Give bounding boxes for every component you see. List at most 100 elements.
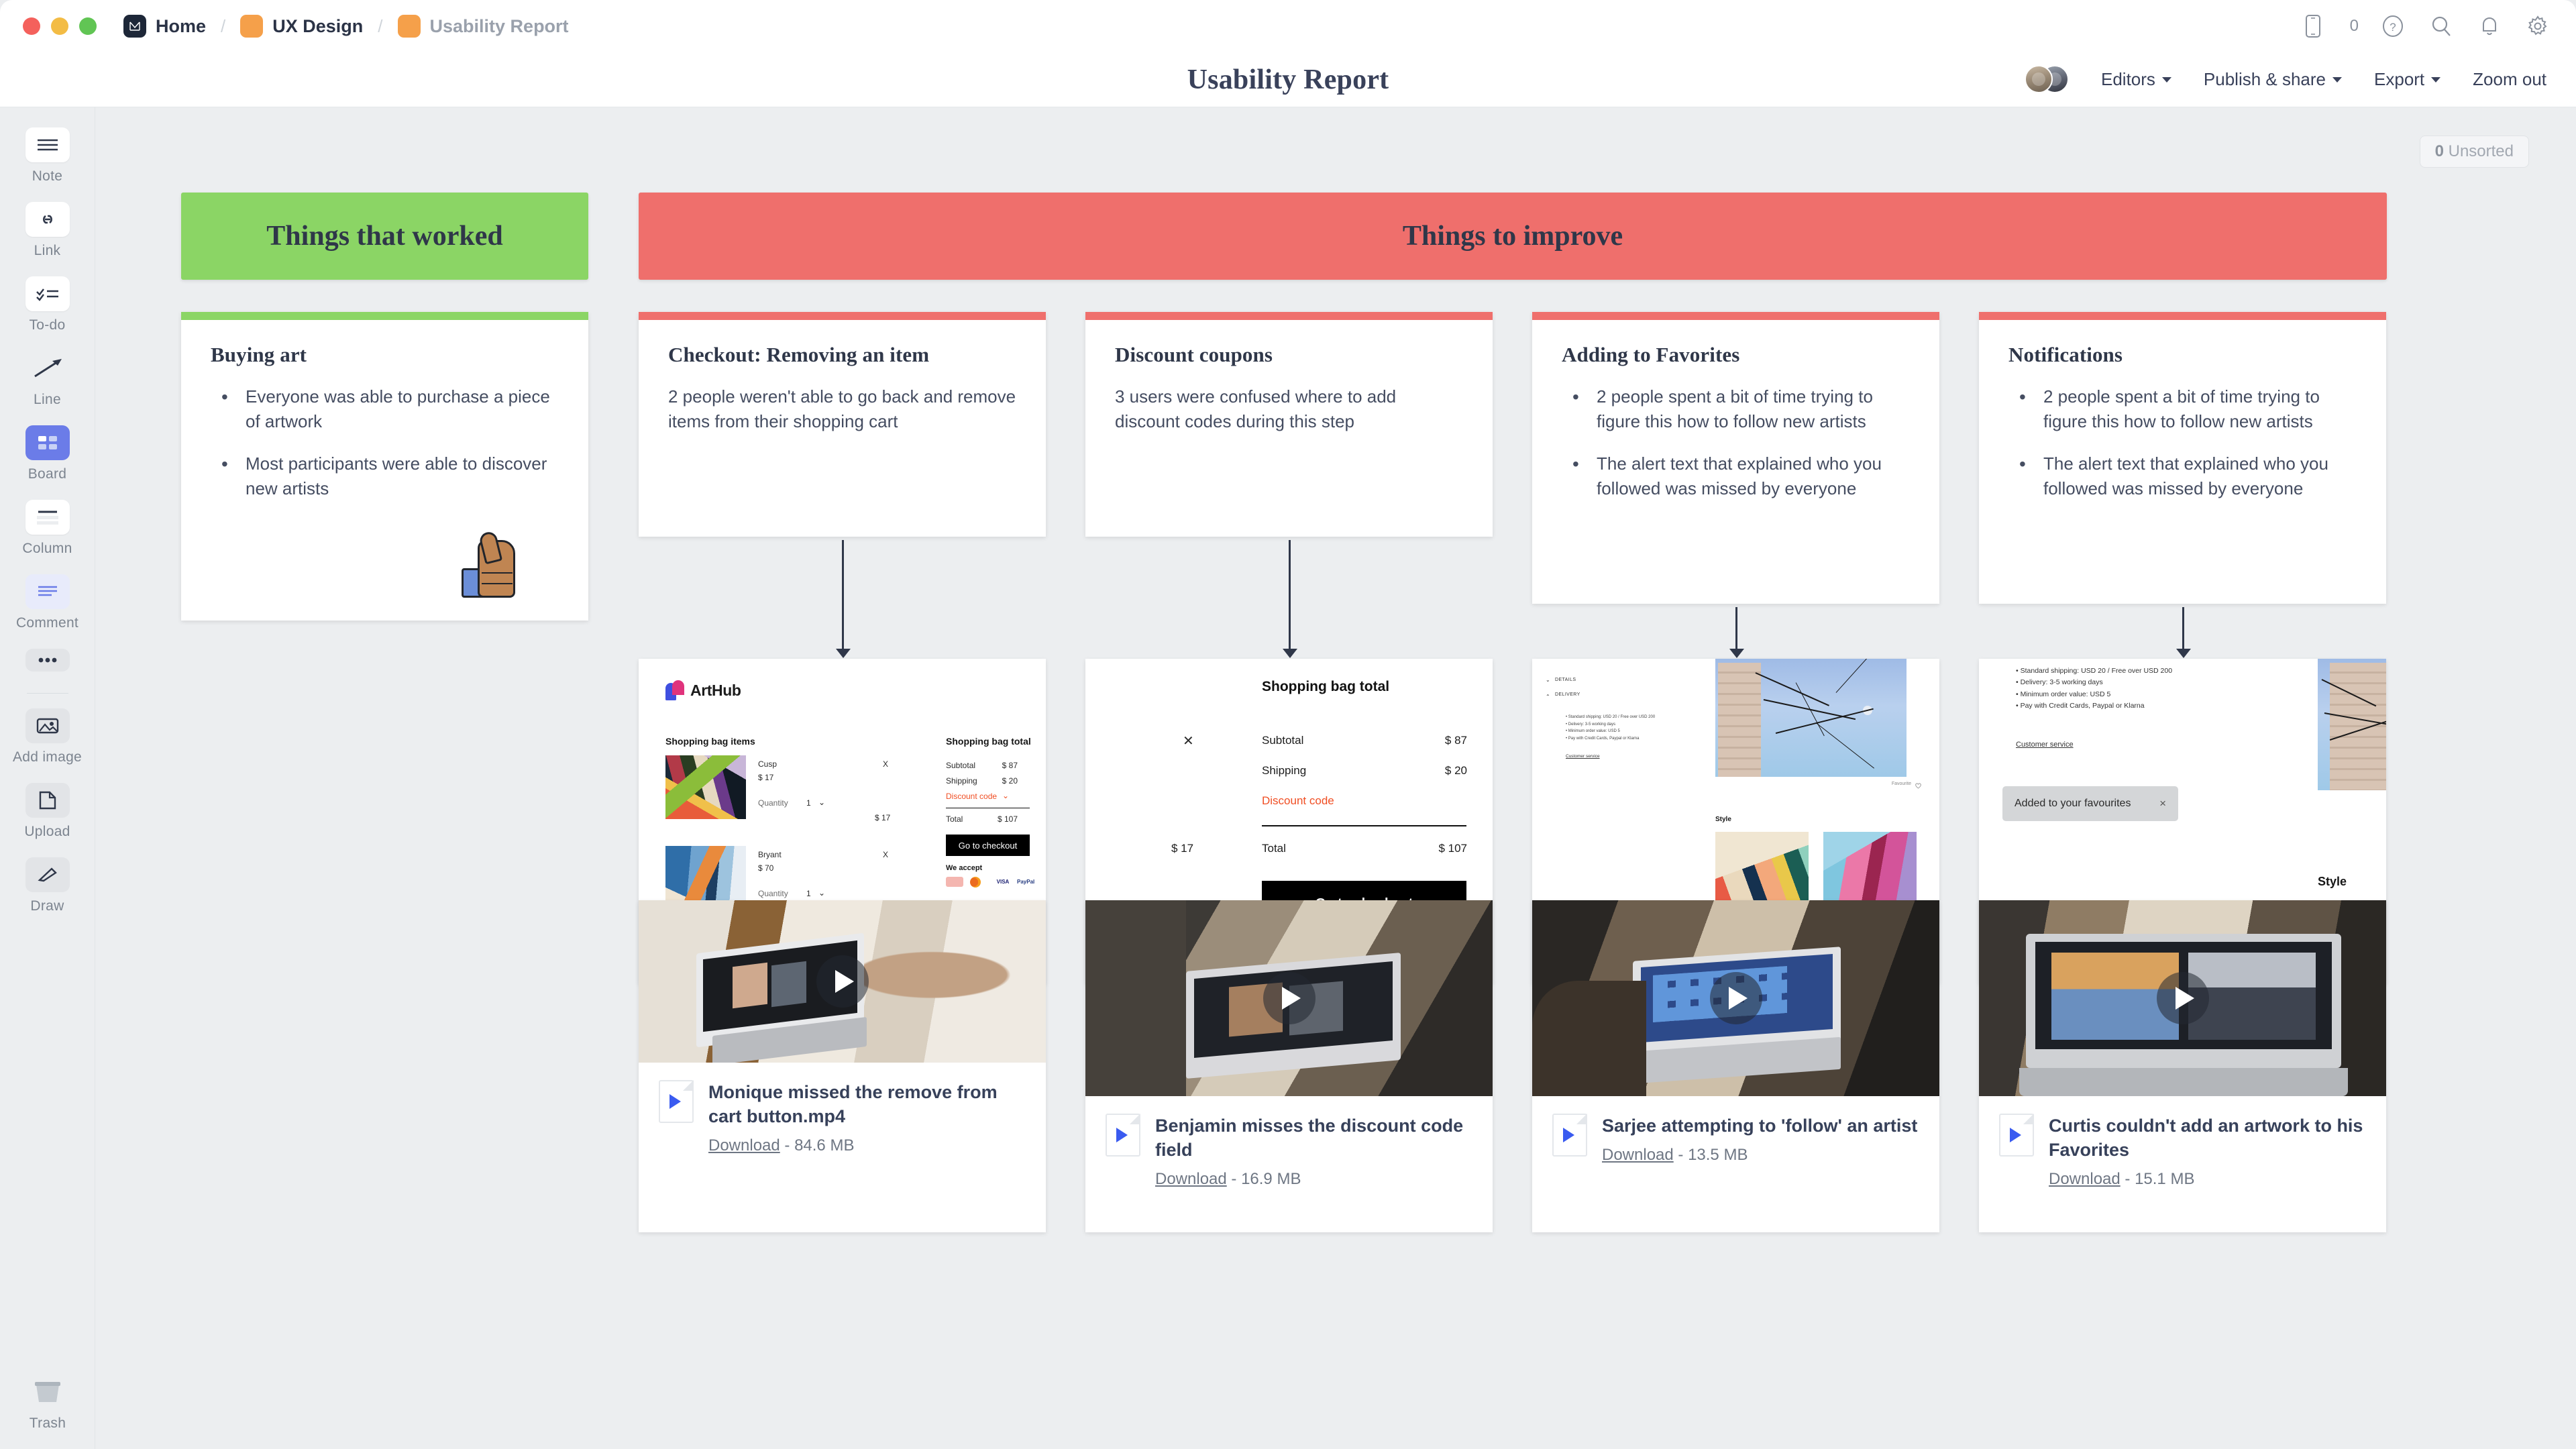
- note-card-adding-to-favorites[interactable]: Adding to Favorites 2 people spent a bit…: [1532, 312, 1939, 604]
- favourite-label: Favourite: [1891, 782, 1911, 786]
- chevron-down-icon[interactable]: ⌄: [818, 798, 825, 807]
- help-icon[interactable]: ?: [2379, 12, 2407, 40]
- summary-row-value: $ 87: [1444, 734, 1467, 747]
- trash-icon: [25, 1375, 70, 1409]
- delivery-line: • Minimum order value: USD 5: [1566, 729, 1620, 733]
- breadcrumb-item-usability-report[interactable]: Usability Report: [397, 15, 569, 38]
- cart-item-remove-button[interactable]: X: [883, 759, 888, 769]
- tool-todo-label: To-do: [29, 317, 66, 333]
- breadcrumb-item-ux-design[interactable]: UX Design: [240, 15, 363, 38]
- video-file-icon: [1106, 1114, 1140, 1157]
- video-file-icon: [1999, 1114, 2034, 1157]
- note-card-discount-coupons[interactable]: Discount coupons 3 users were confused w…: [1085, 312, 1493, 537]
- editor-avatars[interactable]: [2024, 64, 2069, 95]
- video-card-curtis[interactable]: Curtis couldn't add an artwork to his Fa…: [1979, 900, 2386, 1232]
- play-button[interactable]: [1263, 972, 1316, 1024]
- maximize-window-button[interactable]: [79, 17, 97, 35]
- style-heading: Style: [2318, 875, 2347, 888]
- video-title: Monique missed the remove from cart butt…: [708, 1082, 998, 1127]
- note-bullet-list: Everyone was able to purchase a piece of…: [211, 384, 559, 501]
- tool-add-image-label: Add image: [12, 749, 83, 765]
- milanote-board-app: Home / UX Design / Usability Report 0 ?: [0, 0, 2576, 1449]
- tool-trash[interactable]: Trash: [0, 1375, 95, 1432]
- download-link[interactable]: Download: [2049, 1170, 2121, 1188]
- tool-todo[interactable]: To-do: [0, 276, 95, 333]
- play-button[interactable]: [2156, 972, 2209, 1024]
- remove-item-x-icon[interactable]: ✕: [1183, 733, 1194, 749]
- note-title: Checkout: Removing an item: [668, 343, 930, 366]
- heart-icon[interactable]: [1915, 780, 1922, 792]
- delivery-line: • Delivery: 3-5 working days: [2016, 678, 2103, 687]
- more-dots-icon: [25, 649, 70, 672]
- gear-icon[interactable]: [2524, 12, 2552, 40]
- toast-close-icon[interactable]: ×: [2159, 797, 2166, 810]
- tool-link[interactable]: Link: [0, 202, 95, 259]
- board-canvas[interactable]: 0 Unsorted Things that worked Things to …: [95, 107, 2576, 1449]
- video-card-sarjee[interactable]: Sarjee attempting to 'follow' an artist …: [1532, 900, 1939, 1232]
- video-thumbnail[interactable]: [639, 900, 1046, 1063]
- cart-item-name: Cusp: [758, 759, 777, 769]
- tool-add-image[interactable]: Add image: [0, 708, 95, 765]
- download-link[interactable]: Download: [1155, 1170, 1227, 1188]
- unsorted-badge[interactable]: 0 Unsorted: [2419, 136, 2529, 168]
- discount-code-toggle[interactable]: Discount code: [946, 792, 997, 801]
- download-link[interactable]: Download: [1602, 1146, 1674, 1164]
- breadcrumb-separator: /: [221, 15, 226, 36]
- tool-board[interactable]: Board: [0, 425, 95, 482]
- video-card-benjamin[interactable]: Benjamin misses the discount code field …: [1085, 900, 1493, 1232]
- banner-things-to-improve[interactable]: Things to improve: [639, 193, 2387, 280]
- breadcrumb-item-home[interactable]: Home: [123, 15, 206, 38]
- added-to-favourites-toast: Added to your favourites ×: [2002, 786, 2178, 821]
- delivery-line: • Standard shipping: USD 20 / Free over …: [1566, 715, 1656, 719]
- export-menu-label: Export: [2374, 69, 2425, 89]
- note-title: Notifications: [2008, 343, 2123, 366]
- play-button[interactable]: [1709, 972, 1762, 1024]
- note-card-buying-art[interactable]: Buying art Everyone was able to purchase…: [181, 312, 588, 621]
- note-accent-bar: [639, 312, 1046, 320]
- tool-draw[interactable]: Draw: [0, 857, 95, 914]
- customer-service-link[interactable]: Customer service: [2016, 741, 2074, 749]
- video-file-icon: [1552, 1114, 1587, 1157]
- video-thumbnail[interactable]: [1532, 900, 1939, 1096]
- chevron-down-icon: ⌄: [1546, 677, 1550, 683]
- video-thumbnail[interactable]: [1979, 900, 2386, 1096]
- zoom-out-button[interactable]: Zoom out: [2473, 69, 2546, 90]
- tool-column[interactable]: Column: [0, 500, 95, 557]
- cart-item-remove-button[interactable]: X: [883, 850, 888, 859]
- note-card-notifications[interactable]: Notifications 2 people spent a bit of ti…: [1979, 312, 2386, 604]
- banner-things-that-worked[interactable]: Things that worked: [181, 193, 588, 280]
- video-card-monique[interactable]: Monique missed the remove from cart butt…: [639, 900, 1046, 1232]
- chevron-down-icon[interactable]: ⌄: [818, 888, 825, 898]
- publish-share-menu[interactable]: Publish & share: [2204, 69, 2343, 90]
- download-link[interactable]: Download: [708, 1136, 780, 1155]
- connector-arrow: [842, 540, 844, 651]
- chevron-down-icon[interactable]: ⌄: [1002, 791, 1009, 800]
- video-thumbnail[interactable]: [1085, 900, 1493, 1096]
- go-to-checkout-button[interactable]: Go to checkout: [946, 835, 1030, 856]
- export-menu[interactable]: Export: [2374, 69, 2441, 90]
- artwork-hero-image-partial: [2318, 659, 2386, 790]
- tool-upload[interactable]: Upload: [0, 783, 95, 840]
- search-icon[interactable]: [2427, 12, 2455, 40]
- play-button[interactable]: [816, 955, 869, 1008]
- details-accordion-label[interactable]: DETAILS: [1555, 678, 1576, 682]
- editors-menu[interactable]: Editors: [2101, 69, 2171, 90]
- delivery-line: • Standard shipping: USD 20 / Free over …: [2016, 667, 2173, 675]
- note-card-checkout-removing-an-item[interactable]: Checkout: Removing an item 2 people were…: [639, 312, 1046, 537]
- tool-more[interactable]: [0, 649, 95, 672]
- bell-icon[interactable]: [2475, 12, 2504, 40]
- window-traffic-lights: [23, 17, 97, 35]
- mobile-icon[interactable]: [2299, 12, 2327, 40]
- customer-service-link[interactable]: Customer service: [1566, 754, 1600, 759]
- close-window-button[interactable]: [23, 17, 40, 35]
- delivery-accordion-label[interactable]: DELIVERY: [1555, 692, 1580, 697]
- tool-note[interactable]: Note: [0, 127, 95, 184]
- svg-text:?: ?: [2390, 21, 2396, 34]
- discount-code-toggle[interactable]: Discount code: [1262, 794, 1334, 808]
- tool-comment[interactable]: Comment: [0, 574, 95, 631]
- unsorted-count: 0: [2434, 142, 2444, 160]
- minimize-window-button[interactable]: [51, 17, 68, 35]
- tool-line[interactable]: Line: [0, 351, 95, 408]
- video-title: Sarjee attempting to 'follow' an artist: [1602, 1116, 1918, 1136]
- breadcrumb-label-home: Home: [156, 15, 207, 36]
